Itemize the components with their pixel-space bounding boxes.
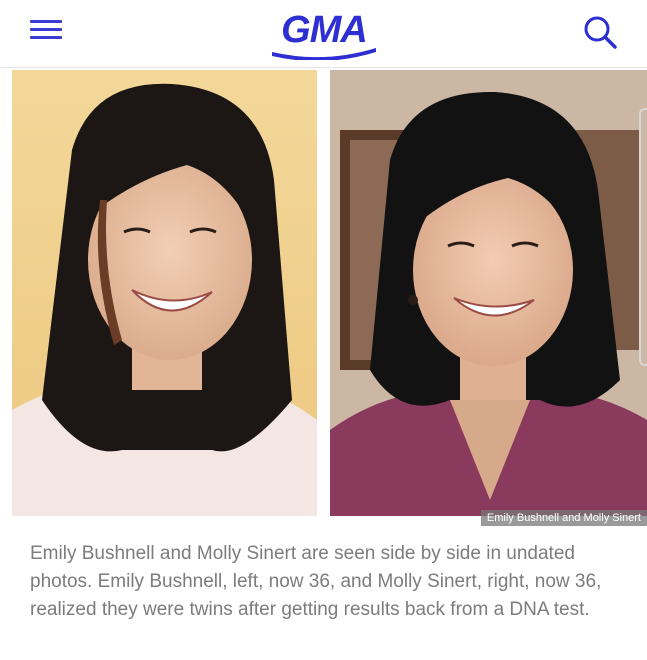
scrollbar[interactable] xyxy=(639,108,647,366)
gma-logo[interactable]: GMA xyxy=(268,8,380,60)
hamburger-menu-icon xyxy=(30,20,62,23)
hamburger-menu-icon-bar xyxy=(30,36,62,39)
search-button[interactable] xyxy=(580,12,620,52)
hamburger-menu-icon-bar xyxy=(30,28,62,31)
photo-comparison: Emily Bushnell and Molly Sinert xyxy=(12,70,647,530)
portrait-right-image xyxy=(330,70,647,516)
photo-credit: Emily Bushnell and Molly Sinert xyxy=(480,510,647,526)
search-icon xyxy=(584,16,617,49)
logo-swoosh-icon xyxy=(272,48,376,60)
portrait-left-image xyxy=(12,70,317,516)
photo-emily-bushnell xyxy=(12,70,317,516)
top-header: GMA xyxy=(0,0,647,68)
photo-molly-sinert xyxy=(330,70,647,516)
menu-button[interactable] xyxy=(30,18,64,42)
photo-caption: Emily Bushnell and Molly Sinert are seen… xyxy=(30,543,602,620)
